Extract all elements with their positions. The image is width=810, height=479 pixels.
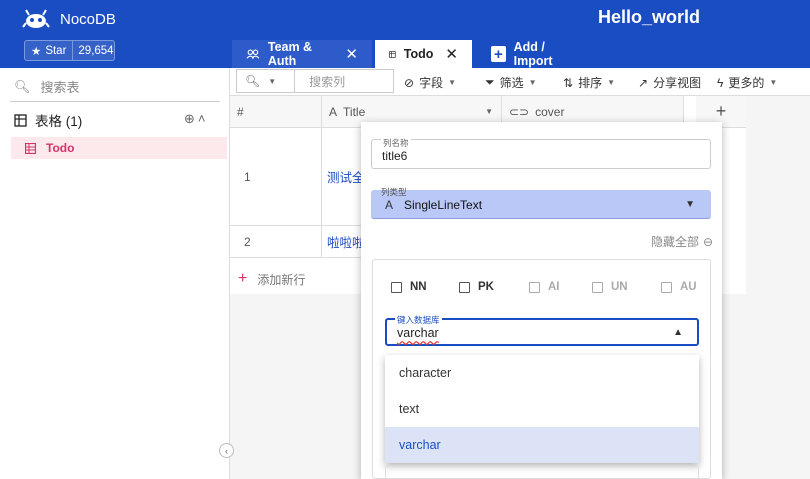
tab-label: Todo: [403, 47, 434, 61]
dropdown-option-selected[interactable]: varchar: [385, 427, 699, 463]
cell-value: 测试全: [327, 171, 365, 185]
chevron-down-icon: ▼: [528, 78, 537, 87]
dropdown-arrow-icon: ▼: [685, 199, 695, 210]
hide-all-button[interactable]: 隐藏全部 ⊖: [651, 233, 713, 250]
plus-icon: +: [238, 270, 248, 287]
cell-value: 啦啦啦: [327, 236, 365, 250]
hide-all-label: 隐藏全部: [651, 235, 700, 249]
add-row-label: 添加新行: [257, 272, 306, 287]
chevron-down-icon: ▼: [607, 78, 615, 87]
tables-header[interactable]: 表格 (1): [14, 110, 82, 130]
flash-icon: ϟ: [717, 75, 724, 90]
column-header-index: #: [230, 96, 322, 128]
text-type-icon: A: [385, 198, 394, 212]
share-label: 分享视图: [653, 76, 702, 90]
sort-button[interactable]: ⇅ 排序 ▼: [563, 74, 615, 91]
sidebar-item-todo[interactable]: Todo: [11, 137, 227, 159]
more-label: 更多的: [728, 76, 765, 90]
filter-icon: ⏷: [485, 75, 495, 89]
chevron-down-icon: ▼: [448, 78, 456, 87]
checkbox-nn[interactable]: NN: [391, 281, 427, 293]
checkbox-ai[interactable]: AI: [529, 281, 560, 293]
chevron-down-icon: ▼: [769, 78, 778, 87]
sort-icon: ⇅: [563, 75, 574, 90]
tab-label: Team & Auth: [267, 40, 313, 68]
field-value: varchar: [397, 326, 439, 340]
tables-header-actions: ⊕ ˄: [184, 111, 206, 127]
grid-icon: [14, 113, 27, 127]
filter-button[interactable]: ⏷ 筛选 ▼: [485, 74, 537, 91]
dropdown-option[interactable]: character: [385, 355, 699, 391]
attachment-icon: ⊂⊃: [509, 104, 530, 119]
share-icon: ↗: [638, 75, 649, 90]
checkbox-pk[interactable]: PK: [459, 281, 494, 293]
more-button[interactable]: ϟ 更多的 ▼: [717, 74, 777, 91]
chevron-down-icon: ▼: [268, 76, 277, 86]
column-name-field[interactable]: 列名称 title6: [371, 137, 711, 169]
close-icon[interactable]: ✕: [445, 45, 458, 63]
panel-bottom-edge: [385, 466, 699, 479]
star-count: 29,654: [78, 44, 114, 57]
table-icon: [389, 50, 396, 58]
row-index-cell: 2: [230, 226, 322, 258]
db-type-dropdown-menu: character text varchar: [385, 355, 699, 463]
fields-button[interactable]: ⊘ 字段 ▼: [404, 74, 456, 91]
dropdown-option[interactable]: text: [385, 391, 699, 427]
chevron-down-icon[interactable]: ▼: [485, 107, 493, 116]
filter-label: 筛选: [499, 76, 524, 90]
row-index-cell: 1: [230, 128, 322, 226]
field-value: SingleLineText: [404, 198, 483, 212]
column-search-input[interactable]: 🔍︎ ▼ 搜索列: [236, 69, 394, 93]
view-toolbar: 🔍︎ ▼ 搜索列 ⊘ 字段 ▼ ⏷ 筛选 ▼ ⇅ 排序 ▼ ↗ 分享视图 ϟ 更…: [230, 68, 810, 96]
github-star-button[interactable]: ★ Star 29,654: [24, 40, 115, 61]
search-placeholder: 搜索表: [40, 80, 80, 95]
sort-label: 排序: [578, 76, 603, 90]
chevron-up-icon[interactable]: ˄: [198, 111, 206, 127]
checkbox-un[interactable]: UN: [592, 281, 628, 293]
eye-off-icon: ⊘: [404, 75, 415, 90]
close-icon[interactable]: ✕: [345, 45, 358, 63]
team-icon: [246, 49, 260, 59]
sidebar: 🔍︎ 搜索表 表格 (1) ⊕ ˄ Todo ‹: [0, 68, 234, 479]
star-icon: ★: [31, 45, 42, 58]
fields-label: 字段: [419, 76, 444, 90]
collapse-circle-icon: ⊖: [703, 234, 714, 249]
column-type-select[interactable]: 列类型 A SingleLineText ▼: [371, 187, 711, 219]
text-type-icon: A: [329, 104, 338, 119]
tab-team-auth[interactable]: Team & Auth ✕: [232, 40, 372, 68]
star-label: Star: [45, 44, 67, 57]
plus-icon: +: [491, 46, 506, 63]
field-label: 键入数据库: [395, 314, 442, 326]
share-view-button[interactable]: ↗ 分享视图: [638, 74, 701, 91]
top-bar: NocoDB ★ Star 29,654 Hello_world Team & …: [0, 0, 810, 68]
brand-name: NocoDB: [60, 11, 116, 28]
field-value: title6: [382, 149, 408, 163]
search-placeholder: 搜索列: [309, 74, 346, 89]
dropdown-up-arrow-icon: ▲: [673, 327, 683, 338]
checkbox-au[interactable]: AU: [661, 281, 697, 293]
tables-header-label: 表格 (1): [35, 114, 83, 129]
field-label: 列类型: [381, 187, 407, 197]
sidebar-item-label: Todo: [46, 141, 75, 155]
add-table-icon[interactable]: ⊕: [184, 111, 195, 127]
table-search-input[interactable]: 🔍︎ 搜索表: [10, 72, 220, 102]
add-new-row-button[interactable]: + 添加新行: [238, 270, 305, 288]
nocodb-logo-icon: [22, 9, 50, 28]
collapse-sidebar-button[interactable]: ‹: [219, 443, 234, 458]
column-header-label: cover: [535, 104, 565, 119]
table-icon: [25, 142, 36, 154]
column-header-label: #: [237, 104, 244, 119]
tab-todo[interactable]: Todo ✕: [375, 40, 472, 68]
column-header-label: Title: [343, 104, 366, 119]
tab-add-import[interactable]: + Add / Import: [477, 40, 595, 68]
project-title: Hello_world: [598, 7, 701, 27]
db-type-select[interactable]: 键入数据库 varchar ▲: [385, 314, 699, 346]
field-label: 列名称: [381, 137, 411, 149]
search-icon: 🔍︎: [14, 78, 31, 94]
search-icon: 🔍︎: [245, 74, 261, 88]
tab-label: Add / Import: [513, 40, 553, 68]
